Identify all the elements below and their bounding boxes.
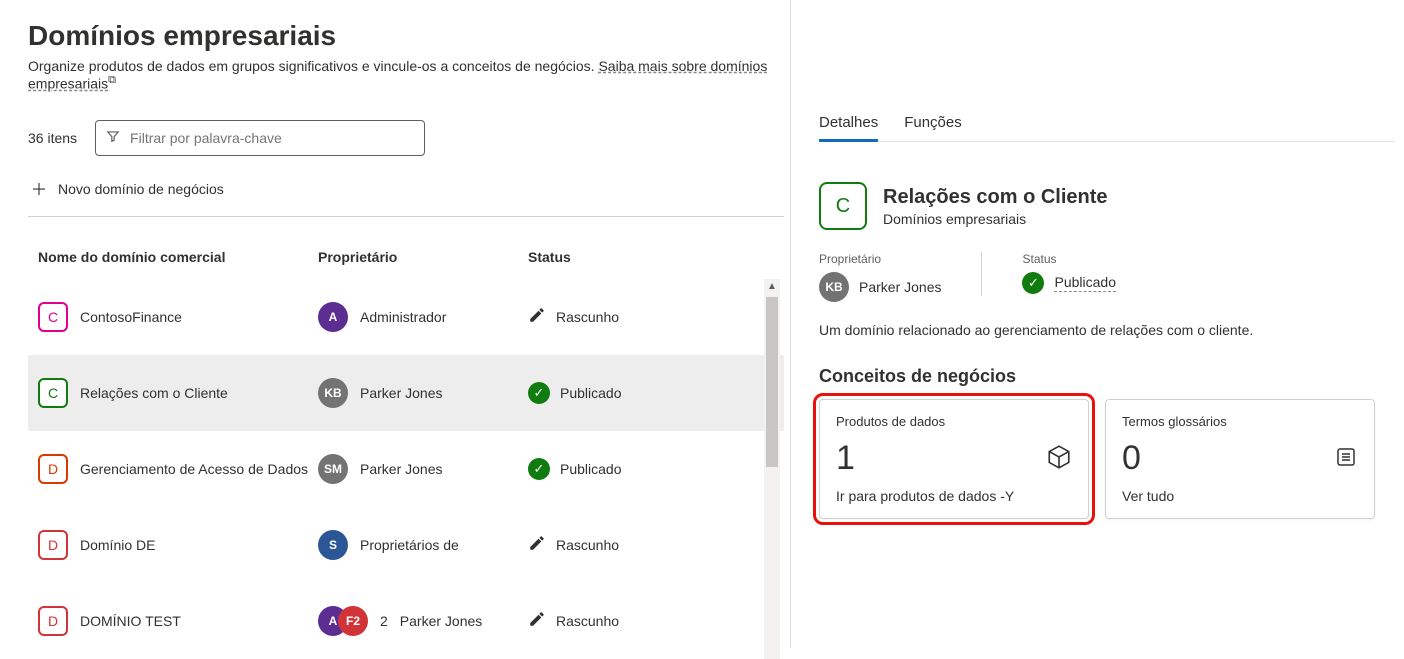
table-row[interactable]: D DOMÍNIO TEST A F2 2 Parker Jones Rascu… <box>28 583 784 659</box>
domain-badge-icon: C <box>38 302 68 332</box>
avatar: F2 <box>338 606 368 636</box>
card-link[interactable]: Ver tudo <box>1122 488 1358 504</box>
published-icon: ✓ <box>528 458 550 480</box>
owner-name: Parker Jones <box>400 613 482 629</box>
status-text: Rascunho <box>556 537 619 553</box>
card-data-products[interactable]: Produtos de dados 1 Ir para produtos de … <box>819 399 1089 519</box>
status-block: Status ✓ Publicado <box>1022 252 1116 294</box>
avatar-stack: A F2 <box>318 606 368 636</box>
owner-name: Administrador <box>360 309 446 325</box>
avatar: S <box>318 530 348 560</box>
table-body: C ContosoFinance A Administrador Rascunh… <box>28 279 784 659</box>
filter-icon <box>106 129 120 146</box>
domain-name: DOMÍNIO TEST <box>80 613 181 629</box>
details-tabs: Detalhes Funções <box>819 110 1394 142</box>
domain-badge-icon: D <box>38 606 68 636</box>
domain-name: Gerenciamento de Acesso de Dados <box>80 461 308 477</box>
owner-name: Proprietários de <box>360 537 459 553</box>
card-title: Produtos de dados <box>836 414 1072 429</box>
scrollbar[interactable]: ▲ <box>764 279 780 659</box>
col-owner[interactable]: Proprietário <box>318 249 528 265</box>
owner-name: Parker Jones <box>360 385 442 401</box>
status-text: Rascunho <box>556 613 619 629</box>
filter-text[interactable] <box>128 129 414 147</box>
domain-badge-icon: D <box>38 454 68 484</box>
scrollbar-thumb[interactable] <box>766 297 778 467</box>
avatar: KB <box>819 272 849 302</box>
divider <box>981 252 982 296</box>
item-count: 36 itens <box>28 130 77 146</box>
status-label: Status <box>1022 252 1116 266</box>
status-text: Rascunho <box>556 309 619 325</box>
details-pane: Detalhes Funções C Relações com o Client… <box>790 0 1404 648</box>
avatar: SM <box>318 454 348 484</box>
domain-header: C Relações com o Cliente Domínios empres… <box>819 182 1394 230</box>
page-title: Domínios empresariais <box>28 20 784 52</box>
status-text: Publicado <box>560 461 622 477</box>
draft-icon <box>528 306 546 327</box>
card-link[interactable]: Ir para produtos de dados -Y <box>836 488 1072 504</box>
published-icon: ✓ <box>528 382 550 404</box>
avatar: KB <box>318 378 348 408</box>
avatar: A <box>318 302 348 332</box>
table-header: Nome do domínio comercial Proprietário S… <box>28 235 784 279</box>
domain-badge-icon: C <box>819 182 867 230</box>
card-value: 0 <box>1122 439 1141 478</box>
draft-icon <box>528 610 546 631</box>
new-domain-button[interactable]: Novo domínio de negócios <box>28 174 784 216</box>
page-description: Organize produtos de dados em grupos sig… <box>28 58 784 92</box>
table-row[interactable]: D Domínio DE S Proprietários de Rascunho <box>28 507 784 583</box>
domain-badge-icon: C <box>38 378 68 408</box>
owner-block: Proprietário KB Parker Jones <box>819 252 941 302</box>
domain-name: ContosoFinance <box>80 309 182 325</box>
published-icon: ✓ <box>1022 272 1044 294</box>
divider <box>28 216 784 217</box>
external-link-icon: ⧉ <box>108 74 116 86</box>
owner-count: 2 <box>380 613 388 629</box>
list-icon <box>1334 445 1358 472</box>
concepts-heading: Conceitos de negócios <box>819 366 1394 387</box>
plus-icon <box>30 180 48 198</box>
col-status[interactable]: Status <box>528 249 774 265</box>
card-glossary-terms[interactable]: Termos glossários 0 Ver tudo <box>1105 399 1375 519</box>
tab-roles[interactable]: Funções <box>904 110 962 141</box>
owner-name: Parker Jones <box>859 279 941 295</box>
card-title: Termos glossários <box>1122 414 1358 429</box>
new-domain-label: Novo domínio de negócios <box>58 181 224 197</box>
owner-name: Parker Jones <box>360 461 442 477</box>
tab-details[interactable]: Detalhes <box>819 110 878 141</box>
col-name[interactable]: Nome do domínio comercial <box>38 249 318 265</box>
domain-description: Um domínio relacionado ao gerenciamento … <box>819 322 1394 338</box>
domain-badge-icon: D <box>38 530 68 560</box>
table-row[interactable]: D Gerenciamento de Acesso de Dados SM Pa… <box>28 431 784 507</box>
owner-label: Proprietário <box>819 252 941 266</box>
domain-subtitle: Domínios empresariais <box>883 211 1108 227</box>
box-icon <box>1046 444 1072 473</box>
domain-name: Relações com o Cliente <box>80 385 228 401</box>
card-value: 1 <box>836 439 855 478</box>
scroll-up-icon[interactable]: ▲ <box>764 281 780 292</box>
status-value: Publicado <box>1054 274 1116 292</box>
table-row[interactable]: C ContosoFinance A Administrador Rascunh… <box>28 279 784 355</box>
draft-icon <box>528 534 546 555</box>
main-list-pane: Domínios empresariais Organize produtos … <box>0 0 790 648</box>
table-row[interactable]: C Relações com o Cliente KB Parker Jones… <box>28 355 784 431</box>
domain-title: Relações com o Cliente <box>883 186 1108 209</box>
status-text: Publicado <box>560 385 622 401</box>
filter-keyword-input[interactable] <box>95 120 425 156</box>
domain-name: Domínio DE <box>80 537 155 553</box>
